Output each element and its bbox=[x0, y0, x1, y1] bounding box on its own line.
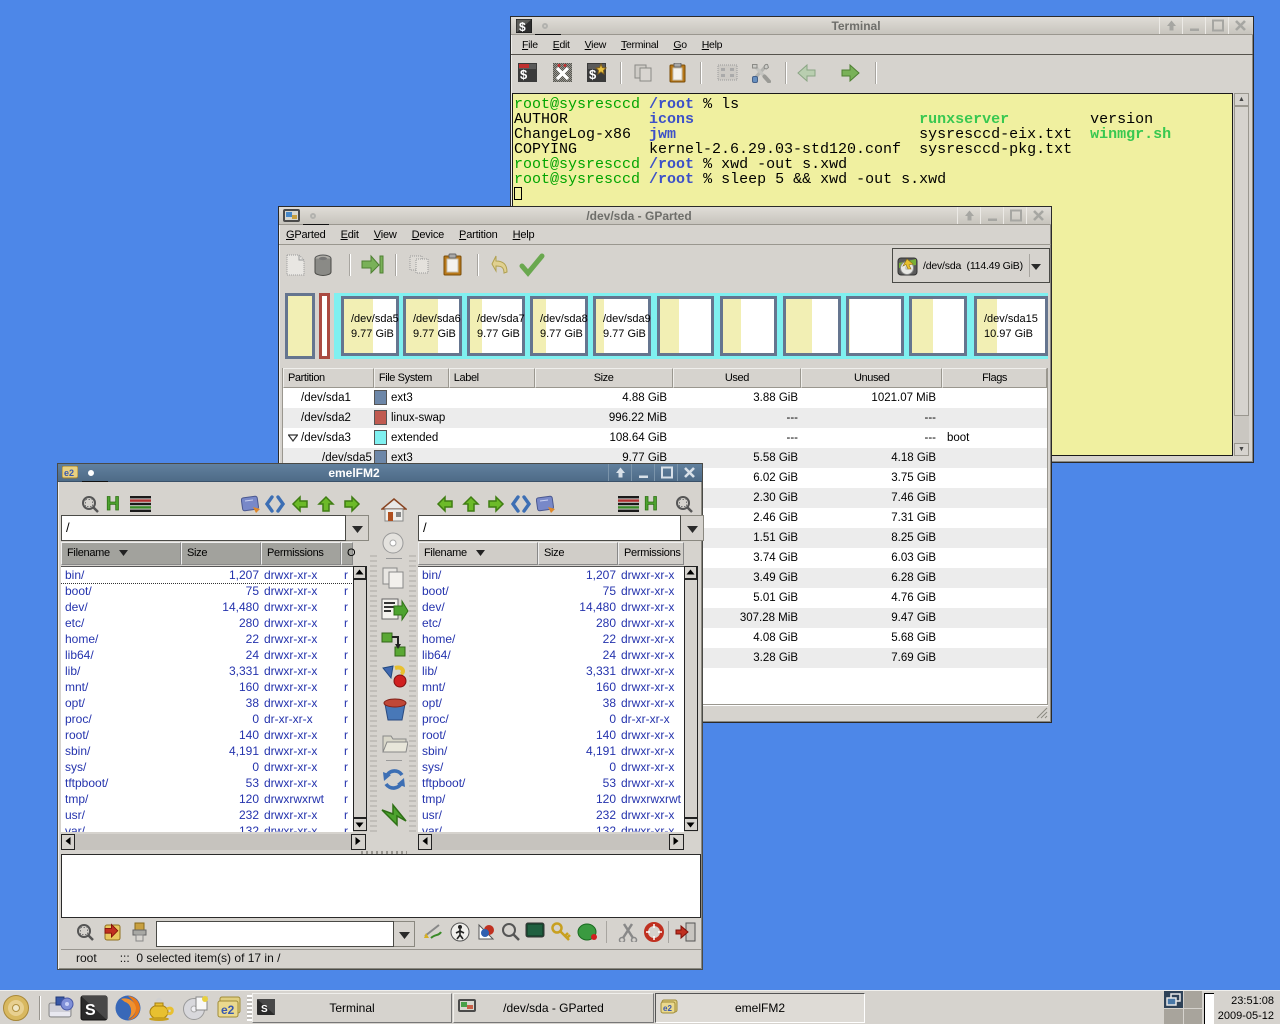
svg-text:$: $ bbox=[589, 67, 597, 82]
svg-text:e2: e2 bbox=[221, 1003, 235, 1017]
svg-text:e2: e2 bbox=[64, 468, 74, 478]
svg-text:$: $ bbox=[520, 67, 528, 82]
svg-text:S: S bbox=[261, 1004, 268, 1015]
svg-text:$: $ bbox=[519, 20, 526, 33]
svg-text:e2: e2 bbox=[663, 1004, 672, 1013]
svg-text:H: H bbox=[644, 494, 658, 513]
svg-text:S: S bbox=[85, 1002, 96, 1019]
svg-text:H: H bbox=[106, 494, 120, 513]
